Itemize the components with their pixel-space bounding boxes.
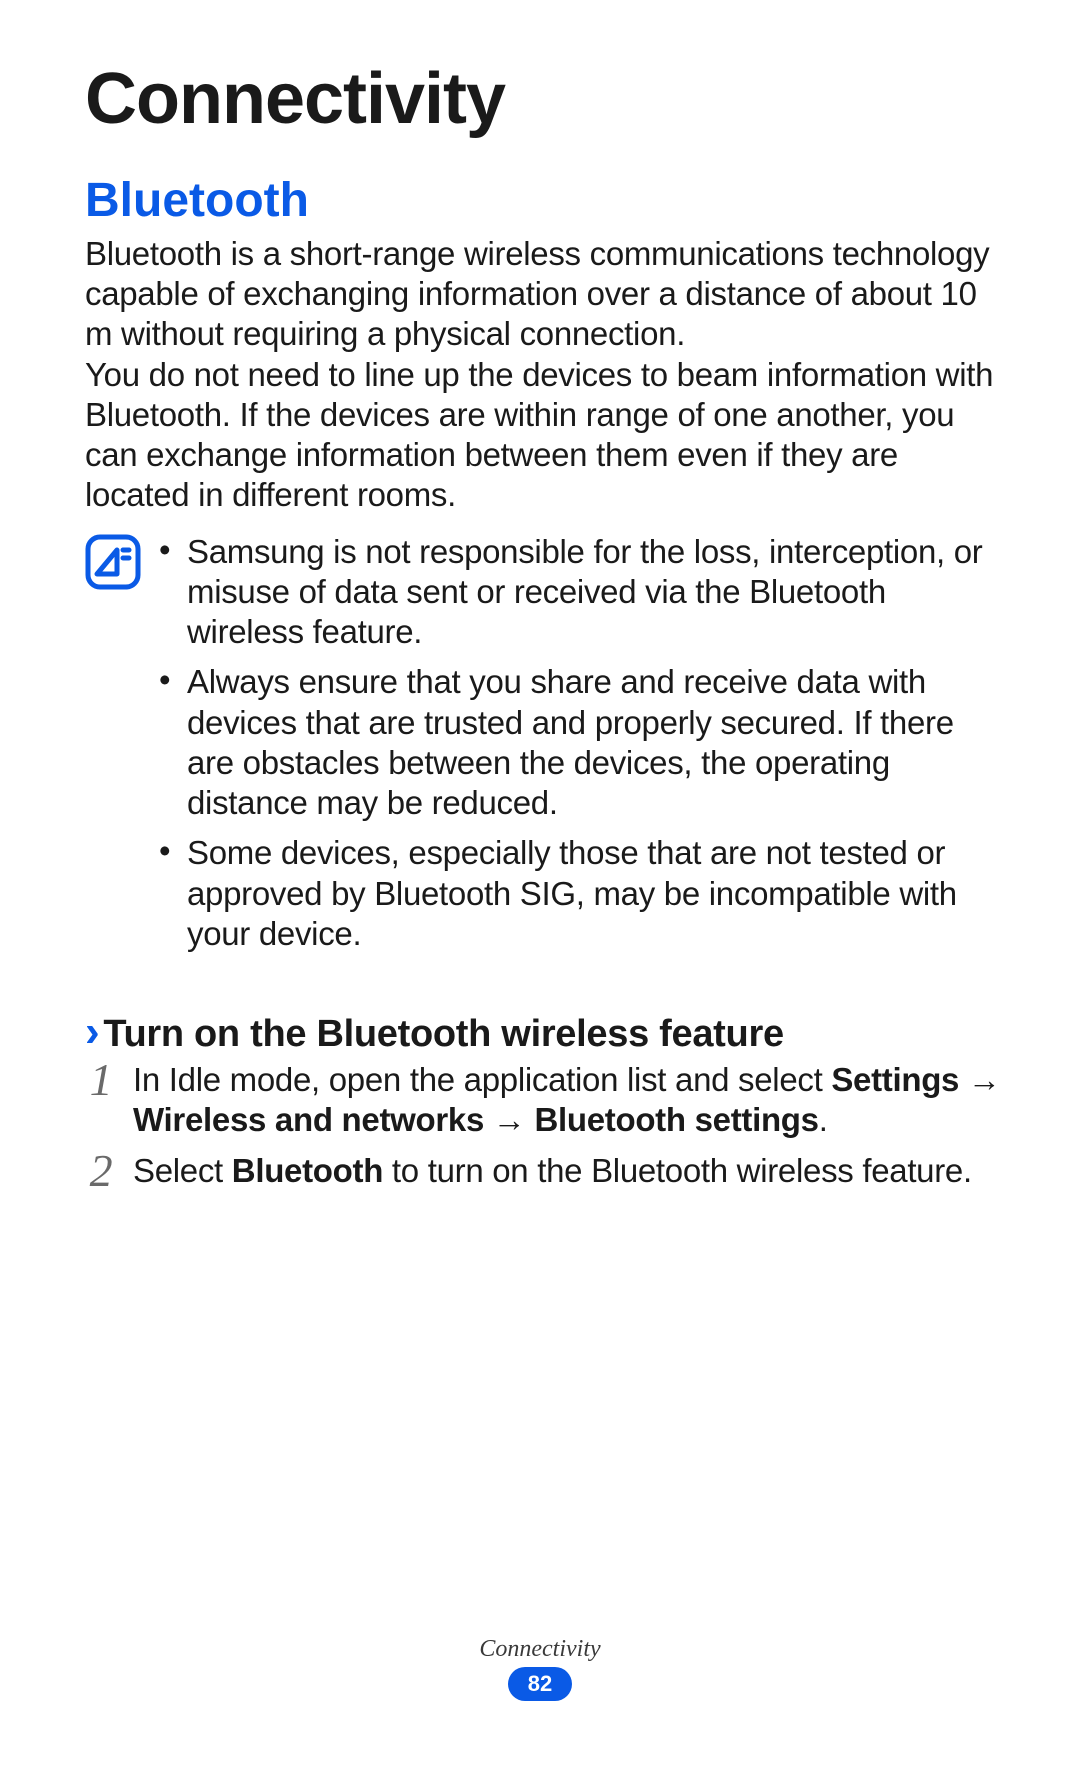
steps-list: 1 In Idle mode, open the application lis… bbox=[85, 1060, 1005, 1191]
footer-section-label: Connectivity bbox=[0, 1636, 1080, 1663]
step-number: 1 bbox=[77, 1052, 125, 1108]
chevron-icon: › bbox=[85, 1010, 99, 1054]
page-footer: Connectivity 82 bbox=[0, 1636, 1080, 1701]
step-number: 2 bbox=[77, 1143, 125, 1199]
section-title-bluetooth: Bluetooth bbox=[85, 175, 1005, 228]
sub-heading-text: Turn on the Bluetooth wireless feature bbox=[103, 1013, 783, 1056]
step-item: 2 Select Bluetooth to turn on the Blueto… bbox=[85, 1151, 1005, 1191]
note-item: Samsung is not responsible for the loss,… bbox=[159, 532, 1005, 653]
note-item: Some devices, especially those that are … bbox=[159, 833, 1005, 954]
step-text: In Idle mode, open the application list … bbox=[133, 1061, 1001, 1138]
step-text: Select Bluetooth to turn on the Bluetoot… bbox=[133, 1152, 972, 1189]
note-list: Samsung is not responsible for the loss,… bbox=[159, 532, 1005, 965]
step-item: 1 In Idle mode, open the application lis… bbox=[85, 1060, 1005, 1141]
manual-page: Connectivity Bluetooth Bluetooth is a sh… bbox=[0, 0, 1080, 1771]
note-item: Always ensure that you share and receive… bbox=[159, 662, 1005, 823]
intro-paragraph-2: You do not need to line up the devices t… bbox=[85, 355, 1005, 516]
note-icon bbox=[85, 534, 141, 590]
page-number-badge: 82 bbox=[508, 1667, 572, 1701]
sub-heading: › Turn on the Bluetooth wireless feature bbox=[85, 1010, 1005, 1056]
note-block: Samsung is not responsible for the loss,… bbox=[85, 532, 1005, 965]
chapter-title: Connectivity bbox=[85, 60, 1005, 139]
intro-paragraph-1: Bluetooth is a short-range wireless comm… bbox=[85, 234, 1005, 355]
